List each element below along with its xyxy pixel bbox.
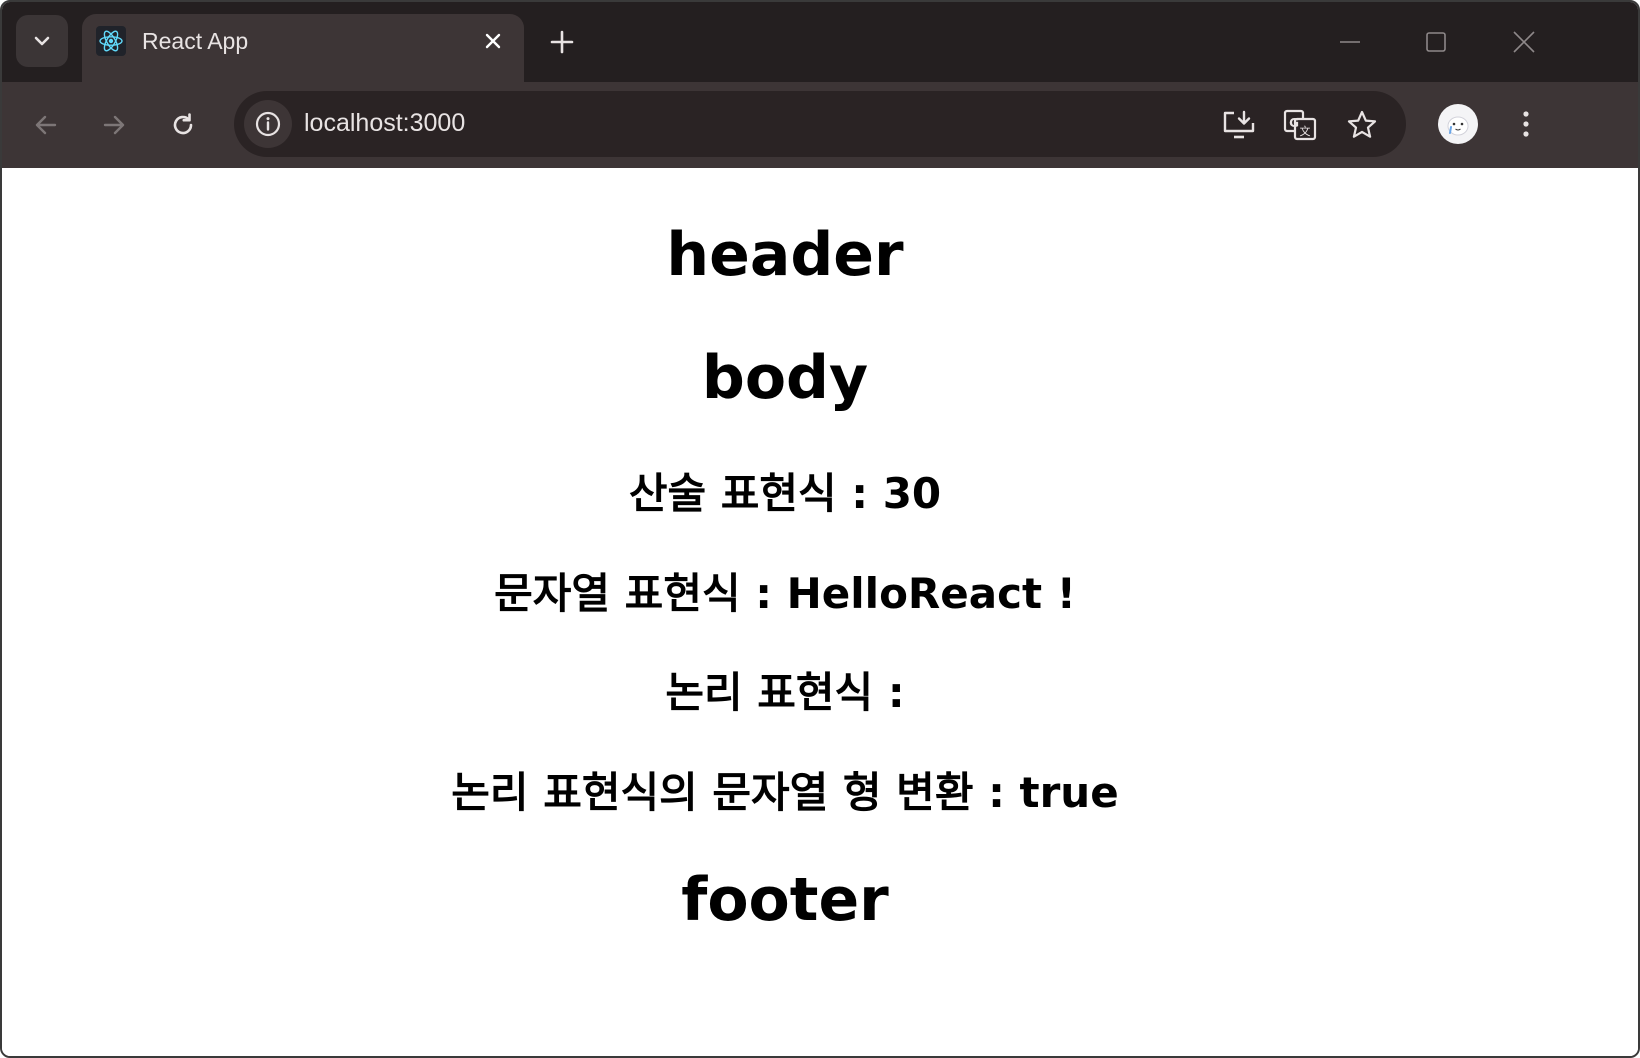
footer-heading: footer — [681, 865, 889, 935]
tab-search-button[interactable] — [16, 15, 68, 67]
tab-title: React App — [142, 28, 249, 54]
string-expression-text: 문자열 표현식 : HelloReact ! — [494, 569, 1076, 618]
site-info-button[interactable] — [244, 100, 292, 148]
new-tab-button[interactable] — [544, 24, 580, 60]
star-icon — [1347, 110, 1377, 138]
svg-text:文: 文 — [1300, 124, 1311, 138]
address-bar[interactable]: localhost:3000 G 文 — [234, 91, 1406, 157]
page-viewport: header body 산술 표현식 : 30 문자열 표현식 : HelloR… — [2, 168, 1638, 1056]
tab-react-app[interactable]: React App — [82, 14, 524, 84]
profile-avatar[interactable] — [1438, 104, 1478, 144]
arrow-right-icon — [103, 115, 125, 135]
forward-button[interactable] — [93, 104, 135, 146]
minimize-icon — [1340, 41, 1360, 43]
close-icon — [1513, 31, 1535, 53]
logical-to-string-text: 논리 표현식의 문자열 형 변환 : true — [451, 768, 1119, 817]
arithmetic-expression-text: 산술 표현식 : 30 — [628, 469, 942, 518]
reload-icon — [173, 113, 193, 135]
avatar-icon — [1439, 105, 1477, 143]
arrow-left-icon — [35, 115, 57, 135]
react-logo-icon — [96, 26, 126, 56]
tab-close-button[interactable] — [478, 26, 508, 56]
tab-strip: React App — [2, 2, 1638, 84]
logical-expression-text: 논리 표현식 : — [665, 668, 905, 717]
chevron-down-icon — [34, 36, 50, 46]
bookmark-button[interactable] — [1342, 105, 1382, 145]
browser-toolbar: localhost:3000 G 文 — [2, 82, 1638, 168]
minimize-button[interactable] — [1332, 24, 1368, 60]
close-icon — [485, 33, 501, 49]
install-app-button[interactable] — [1219, 105, 1259, 145]
reload-button[interactable] — [162, 104, 204, 146]
url-text[interactable]: localhost:3000 — [304, 109, 465, 138]
svg-text:G: G — [1289, 116, 1299, 130]
maximize-button[interactable] — [1418, 24, 1454, 60]
plus-icon — [550, 30, 574, 54]
browser-window: React App localhost:3000 G 文 header body… — [0, 0, 1640, 1058]
header-heading: header — [666, 220, 904, 290]
translate-icon: G 文 — [1283, 109, 1317, 141]
info-icon — [255, 111, 281, 137]
install-app-icon — [1223, 110, 1255, 139]
browser-menu-button[interactable] — [1506, 104, 1546, 144]
body-heading: body — [701, 343, 869, 413]
close-window-button[interactable] — [1506, 24, 1542, 60]
translate-button[interactable]: G 文 — [1280, 105, 1320, 145]
kebab-menu-icon — [1523, 111, 1529, 137]
maximize-icon — [1426, 32, 1446, 52]
back-button[interactable] — [25, 104, 67, 146]
